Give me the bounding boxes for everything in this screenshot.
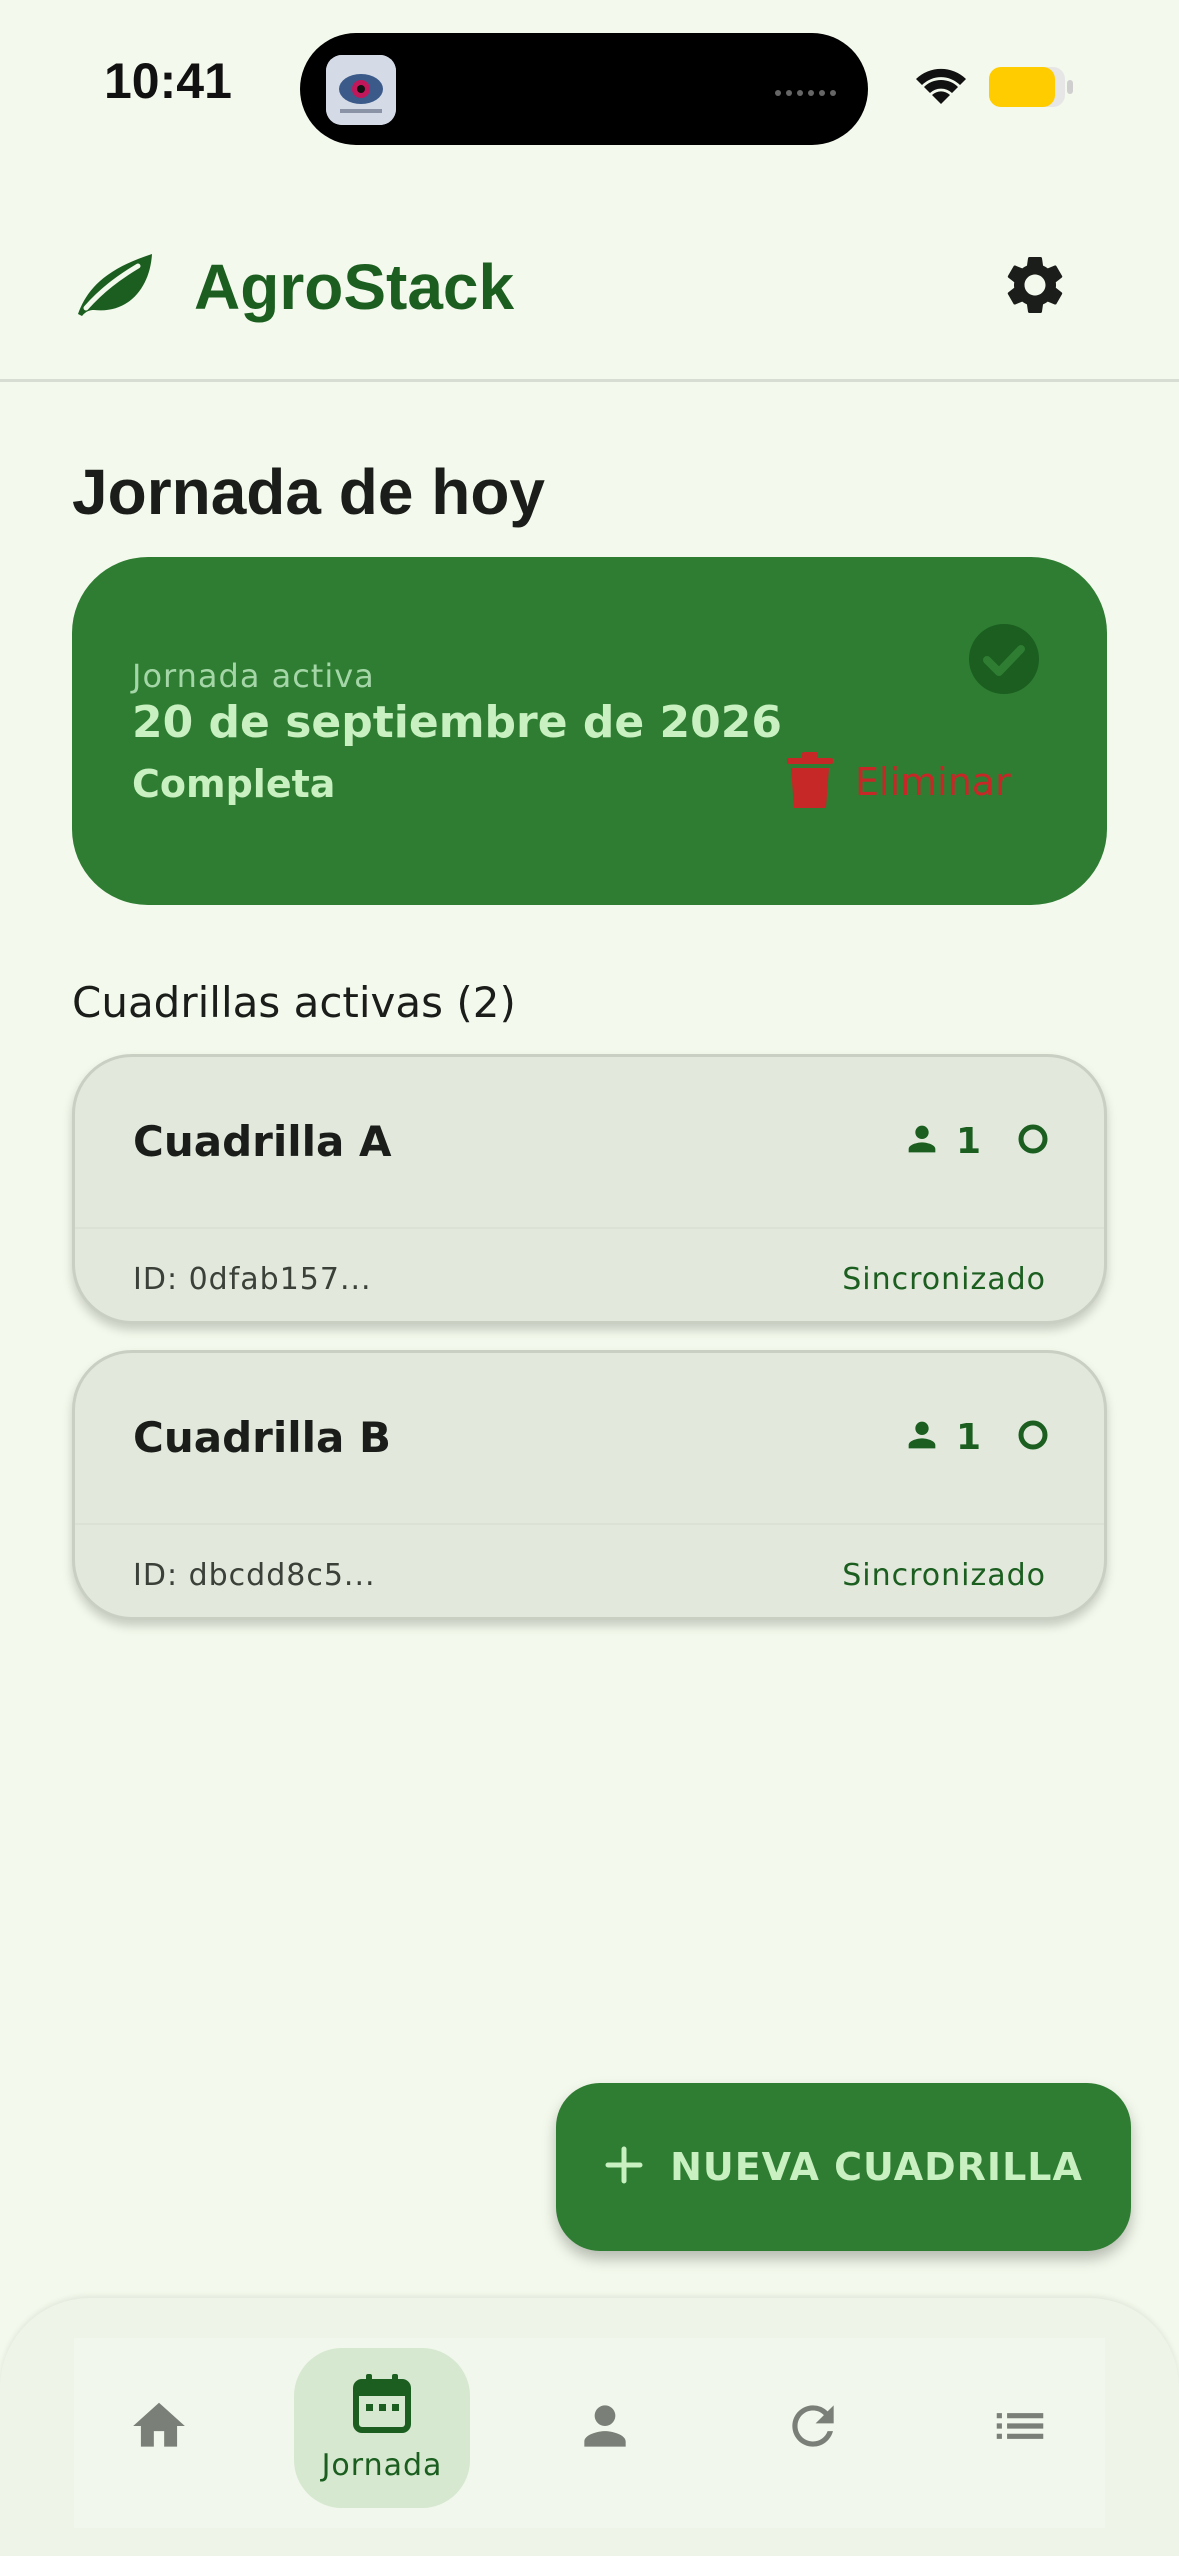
crew-member-count: 1: [955, 1416, 981, 1458]
trash-icon: [787, 752, 833, 812]
check-circle-icon: [968, 623, 1040, 699]
crew-sync-status: Sincronizado: [842, 1262, 1046, 1297]
nav-item-home[interactable]: [71, 2348, 247, 2508]
crew-card[interactable]: Cuadrilla B 1 ID: dbcdd8c5... Sincroniza…: [72, 1350, 1107, 1620]
crew-id: ID: 0dfab157...: [133, 1262, 372, 1297]
active-day-date: 20 de septiembre de 2026: [132, 697, 783, 748]
new-crew-label: NUEVA CUADRILLA: [670, 2145, 1083, 2189]
active-day-card: Jornada activa 20 de septiembre de 2026 …: [72, 557, 1107, 905]
card-divider: [75, 1523, 1104, 1525]
active-day-status: Completa: [132, 762, 336, 806]
battery-icon: [988, 66, 1074, 112]
card-divider: [75, 1227, 1104, 1229]
app-header: AgroStack: [0, 210, 1179, 382]
app-thumbnail-icon: [326, 55, 396, 125]
crew-name: Cuadrilla A: [133, 1117, 392, 1166]
dots-icon: [774, 83, 838, 102]
crew-name: Cuadrilla B: [133, 1413, 392, 1462]
dynamic-island: [300, 33, 868, 145]
crew-meta: 1: [902, 1415, 1049, 1459]
status-bar: 10:41: [0, 0, 1179, 170]
nav-item-sync[interactable]: [725, 2348, 901, 2508]
gear-icon[interactable]: [1000, 250, 1070, 324]
active-day-label: Jornada activa: [132, 657, 375, 695]
wifi-icon: [912, 64, 970, 112]
new-crew-button[interactable]: NUEVA CUADRILLA: [556, 2083, 1131, 2251]
crews-section-title: Cuadrillas activas (2): [72, 978, 516, 1027]
nav-label-jornada: Jornada: [321, 2447, 443, 2483]
leaf-icon: [72, 248, 156, 324]
refresh-icon: [782, 2395, 844, 2461]
person-icon: [902, 1415, 942, 1459]
nav-item-list[interactable]: [932, 2348, 1108, 2508]
crew-id: ID: dbcdd8c5...: [133, 1558, 376, 1593]
delete-button[interactable]: Eliminar: [787, 737, 1011, 827]
crew-meta: 1: [902, 1119, 1049, 1163]
screen: 10:41 AgroStack Jornada de hoy Jornada a…: [0, 0, 1179, 2556]
calendar-icon: [352, 2373, 412, 2438]
page-title: Jornada de hoy: [72, 456, 545, 528]
crew-card[interactable]: Cuadrilla A 1 ID: 0dfab157... Sincroniza…: [72, 1054, 1107, 1324]
crew-member-count: 1: [955, 1120, 981, 1162]
person-icon: [902, 1119, 942, 1163]
status-circle-icon: [1017, 1419, 1049, 1455]
list-icon: [989, 2395, 1051, 2461]
bottom-navigation: Jornada: [0, 2298, 1179, 2556]
delete-label: Eliminar: [855, 760, 1011, 804]
person-icon: [574, 2395, 636, 2461]
status-circle-icon: [1017, 1123, 1049, 1159]
status-time: 10:41: [104, 53, 232, 109]
nav-item-profile[interactable]: [517, 2348, 693, 2508]
app-title: AgroStack: [194, 251, 515, 323]
crew-sync-status: Sincronizado: [842, 1558, 1046, 1593]
plus-icon: [604, 2145, 644, 2189]
home-icon: [128, 2395, 190, 2461]
nav-item-jornada[interactable]: Jornada: [294, 2348, 470, 2508]
